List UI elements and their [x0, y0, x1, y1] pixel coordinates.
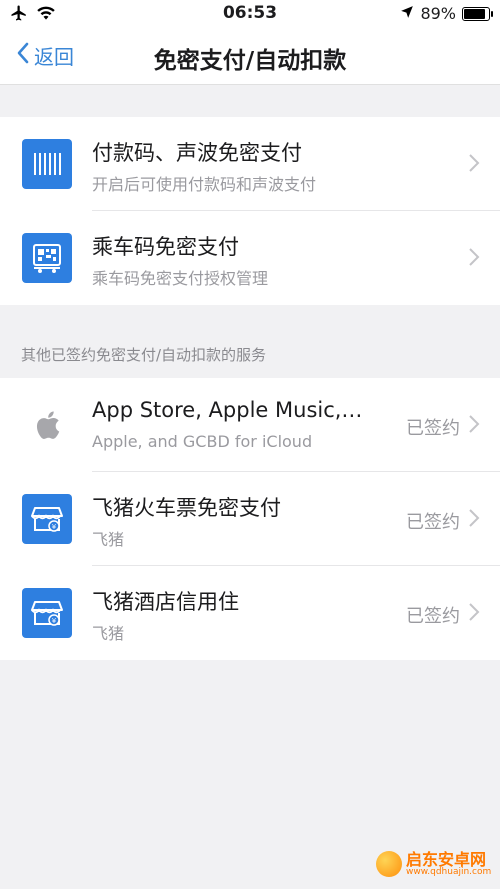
watermark-logo-icon [376, 851, 402, 877]
item-subtitle: 飞猪 [92, 530, 125, 549]
barcode-icon [22, 139, 72, 189]
item-title: App Store, Apple Music,… [92, 398, 363, 422]
fliggy-icon: ¥ [22, 494, 72, 544]
chevron-right-icon [469, 154, 480, 172]
chevron-right-icon [469, 509, 480, 527]
list-item-payment-code[interactable]: 付款码、声波免密支付 开启后可使用付款码和声波支付 [0, 117, 500, 211]
item-title: 飞猪火车票免密支付 [92, 496, 281, 520]
services-list: App Store, Apple Music,… Apple, and GCBD… [0, 378, 500, 660]
chevron-right-icon [469, 415, 480, 433]
list-item-fliggy-hotel[interactable]: ¥ 飞猪酒店信用住 飞猪 已签约 [0, 566, 500, 660]
fliggy-icon: ¥ [22, 588, 72, 638]
apple-icon [22, 400, 72, 450]
battery-icon [462, 6, 493, 21]
status-label: 已签约 [406, 512, 460, 533]
item-subtitle: 开启后可使用付款码和声波支付 [92, 175, 317, 194]
status-label: 已签约 [406, 606, 460, 627]
bus-code-icon [22, 233, 72, 283]
primary-list: 付款码、声波免密支付 开启后可使用付款码和声波支付 乘车码免密支付 乘车码免密支… [0, 117, 500, 305]
section-header: 其他已签约免密支付/自动扣款的服务 [21, 346, 267, 364]
battery-percent: 89% [420, 4, 456, 23]
list-item-transit-code[interactable]: 乘车码免密支付 乘车码免密支付授权管理 [0, 211, 500, 305]
item-title: 飞猪酒店信用住 [92, 590, 239, 614]
item-title: 付款码、声波免密支付 [92, 141, 302, 165]
svg-text:¥: ¥ [52, 523, 57, 531]
navigation-bar: 返回 免密支付/自动扣款 [0, 28, 500, 85]
location-arrow-icon [400, 4, 414, 23]
item-subtitle: Apple, and GCBD for iCloud [92, 432, 313, 451]
watermark-name: 启东安卓网 [406, 849, 487, 869]
item-subtitle: 飞猪 [92, 624, 125, 643]
list-item-fliggy-train[interactable]: ¥ 飞猪火车票免密支付 飞猪 已签约 [0, 472, 500, 566]
svg-text:¥: ¥ [52, 617, 57, 625]
item-subtitle: 乘车码免密支付授权管理 [92, 269, 269, 288]
watermark: 启东安卓网 www.qdhuajin.com [376, 851, 491, 877]
chevron-right-icon [469, 248, 480, 266]
item-title: 乘车码免密支付 [92, 235, 239, 259]
battery-level [464, 8, 486, 19]
list-item-apple[interactable]: App Store, Apple Music,… Apple, and GCBD… [0, 378, 500, 472]
status-bar: 06:53 89% [0, 0, 500, 28]
page-title: 免密支付/自动扣款 [153, 48, 347, 74]
chevron-right-icon [469, 603, 480, 621]
status-label: 已签约 [406, 418, 460, 439]
watermark-url: www.qdhuajin.com [406, 866, 492, 877]
